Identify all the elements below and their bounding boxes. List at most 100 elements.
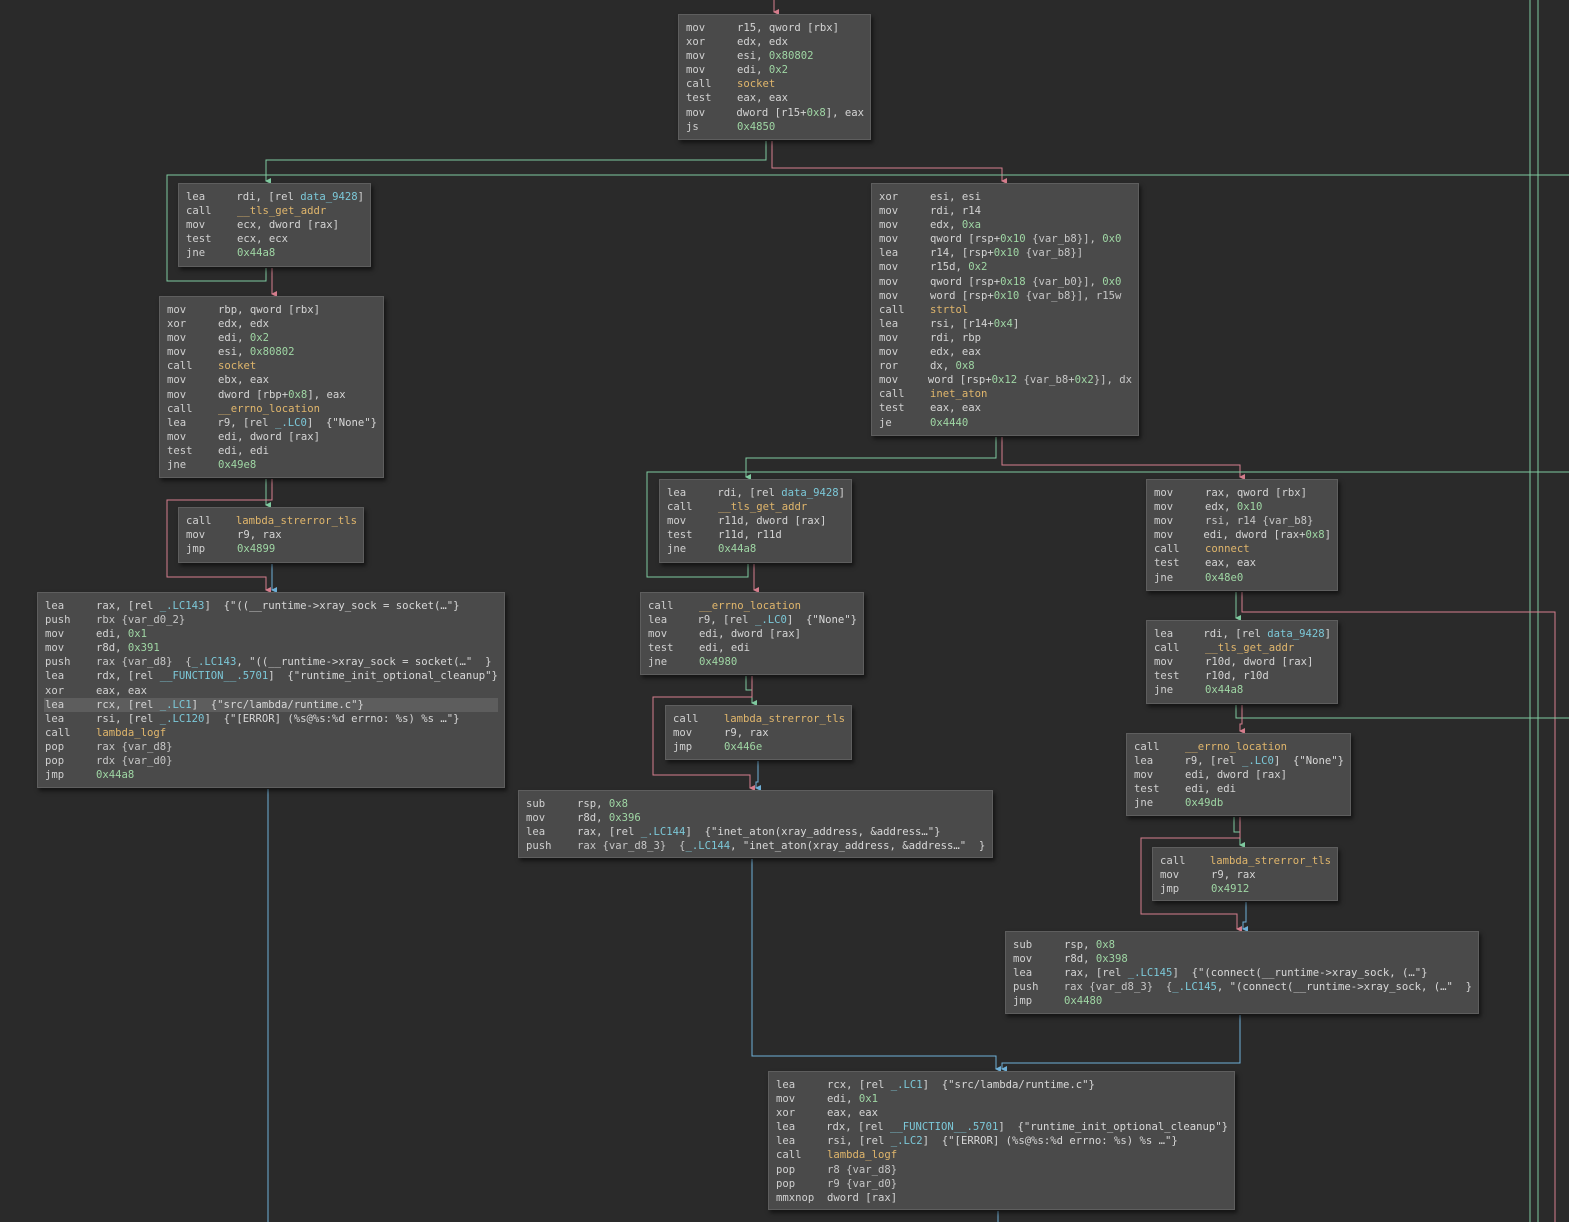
operand-token[interactable]: __errno_location — [218, 403, 320, 415]
instruction-line[interactable]: mov edx, eax — [878, 345, 1132, 359]
operand-token[interactable]: 0x8 — [807, 107, 826, 119]
operand-token[interactable]: 0x44a8 — [96, 769, 134, 781]
operand-token[interactable]: lambda_strerror_tls — [1210, 855, 1331, 867]
operand-token[interactable]: 0x10 — [994, 290, 1020, 302]
instruction-line[interactable]: call __tls_get_addr — [666, 500, 845, 514]
instruction-line[interactable]: mov rax, qword [rbx] — [1153, 486, 1331, 500]
operand-token[interactable]: 0x2 — [968, 261, 987, 273]
basic-block[interactable]: mov r15, qword [rbx] xor edx, edx mov esi, 0x… — [678, 14, 871, 140]
instruction-line[interactable]: lea r9, [rel _.LC0] {"None"} — [647, 613, 857, 627]
operand-token[interactable]: 0x0 — [1102, 276, 1121, 288]
operand-token[interactable]: _.LC143 — [192, 656, 237, 668]
instruction-line[interactable]: mov esi, 0x80802 — [685, 49, 864, 63]
instruction-line[interactable]: test edi, edi — [647, 641, 857, 655]
operand-token[interactable]: connect — [1205, 543, 1250, 555]
instruction-line[interactable]: call connect — [1153, 542, 1331, 556]
operand-token[interactable]: 0x44a8 — [1205, 684, 1243, 696]
instruction-line[interactable]: push rax {var_d8_3} {_.LC145, "(connect(_… — [1012, 980, 1472, 994]
instruction-line[interactable]: xor edx, edx — [166, 317, 377, 331]
instruction-line[interactable]: lea rcx, [rel _.LC1] {"src/lambda/runtime… — [775, 1078, 1228, 1092]
operand-token[interactable]: 0x12 — [992, 374, 1018, 386]
operand-token[interactable]: 0x44a8 — [718, 543, 756, 555]
operand-token[interactable]: 0x396 — [609, 812, 641, 824]
instruction-line[interactable]: pop rax {var_d8} — [44, 740, 498, 754]
instruction-line[interactable]: pop r8 {var_d8} — [775, 1163, 1228, 1177]
instruction-line[interactable]: mov esi, 0x80802 — [166, 345, 377, 359]
operand-token[interactable]: lambda_logf — [96, 727, 166, 739]
operand-token[interactable]: _.LC120 — [160, 713, 205, 725]
basic-block[interactable]: lea rdi, [rel data_9428] call __tls_get_add… — [178, 183, 371, 267]
operand-token[interactable]: 0x4850 — [737, 121, 775, 133]
instruction-line[interactable]: call __tls_get_addr — [1153, 641, 1331, 655]
instruction-line[interactable]: lea rdx, [rel __FUNCTION__.5701] {"runtim… — [44, 669, 498, 683]
instruction-line[interactable]: call socket — [685, 77, 864, 91]
instruction-line[interactable]: je 0x4440 — [878, 416, 1132, 430]
operand-token[interactable]: __tls_get_addr — [1205, 642, 1294, 654]
instruction-line[interactable]: mov r8d, 0x391 — [44, 641, 498, 655]
operand-token[interactable]: 0x10 — [1237, 501, 1263, 513]
instruction-line[interactable]: jne 0x44a8 — [666, 542, 845, 556]
operand-token[interactable]: data_9428 — [781, 487, 838, 499]
operand-token[interactable]: inet_aton — [930, 388, 987, 400]
instruction-line[interactable]: call lambda_strerror_tls — [1159, 854, 1331, 868]
operand-token[interactable]: 0x8 — [956, 360, 975, 372]
instruction-line[interactable]: mov edi, dword [rax] — [166, 430, 377, 444]
operand-token[interactable]: 0x49db — [1185, 797, 1223, 809]
instruction-line[interactable]: lea rax, [rel _.LC144] {"inet_aton(xray_a… — [525, 825, 986, 839]
instruction-line[interactable]: mov r9, rax — [1159, 868, 1331, 882]
instruction-line[interactable]: mov rdi, rbp — [878, 331, 1132, 345]
operand-token[interactable]: __errno_location — [699, 600, 801, 612]
operand-token[interactable]: 0x44a8 — [237, 247, 275, 259]
instruction-line[interactable]: jne 0x44a8 — [1153, 683, 1331, 697]
instruction-line[interactable]: sub rsp, 0x8 — [525, 797, 986, 811]
operand-token[interactable]: lambda_strerror_tls — [724, 713, 845, 725]
operand-token[interactable]: 0x1 — [128, 628, 147, 640]
instruction-line[interactable]: lea rdi, [rel data_9428] — [666, 486, 845, 500]
operand-token[interactable]: 0x398 — [1096, 953, 1128, 965]
operand-token[interactable]: socket — [737, 78, 775, 90]
instruction-line[interactable]: jmp 0x4899 — [185, 542, 357, 556]
operand-token[interactable]: 0x446e — [724, 741, 762, 753]
instruction-line[interactable]: lea rdi, [rel data_9428] — [185, 190, 364, 204]
instruction-line[interactable]: pop rdx {var_d0} — [44, 754, 498, 768]
instruction-line[interactable]: test edi, edi — [1133, 782, 1344, 796]
operand-token[interactable]: lambda_strerror_tls — [236, 515, 357, 527]
operand-token[interactable]: 0x8 — [288, 389, 307, 401]
operand-token[interactable]: 0x10 — [1000, 233, 1026, 245]
instruction-line[interactable]: test eax, eax — [685, 91, 864, 105]
instruction-line[interactable]: call __tls_get_addr — [185, 204, 364, 218]
basic-block[interactable]: call __errno_location lea r9, [rel _.LC0] {… — [1126, 733, 1351, 816]
instruction-line[interactable]: lea rsi, [rel _.LC120] {"[ERROR] (%s@%s:%… — [44, 712, 498, 726]
instruction-line[interactable]: test edi, edi — [166, 444, 377, 458]
instruction-line[interactable]: jne 0x4980 — [647, 655, 857, 669]
basic-block[interactable]: lea rdi, [rel data_9428] call __tls_get_add… — [1146, 620, 1338, 704]
instruction-line[interactable]: mov qword [rsp+0x18 {var_b0}], 0x0 — [878, 275, 1132, 289]
operand-token[interactable]: 0x4480 — [1064, 995, 1102, 1007]
operand-token[interactable]: __FUNCTION__.5701 — [160, 670, 268, 682]
operand-token[interactable]: _.LC0 — [755, 614, 787, 626]
instruction-line[interactable]: jne 0x44a8 — [185, 246, 364, 260]
instruction-line[interactable]: mov r9, rax — [672, 726, 845, 740]
instruction-line[interactable]: lea rsi, [rel _.LC2] {"[ERROR] (%s@%s:%d … — [775, 1134, 1228, 1148]
operand-token[interactable]: 0xa — [962, 219, 981, 231]
instruction-line[interactable]: call __errno_location — [647, 599, 857, 613]
basic-block[interactable]: sub rsp, 0x8 mov r8d, 0x398 lea rax, [rel _.L… — [1005, 931, 1479, 1014]
instruction-line[interactable]: call __errno_location — [166, 402, 377, 416]
instruction-line[interactable]: call strtol — [878, 303, 1132, 317]
instruction-line[interactable]: mov word [rsp+0x12 {var_b8+0x2}], dx — [878, 373, 1132, 387]
operand-token[interactable]: _.LC1 — [891, 1079, 923, 1091]
instruction-line[interactable]: test r10d, r10d — [1153, 669, 1331, 683]
operand-token[interactable]: _.LC0 — [1242, 755, 1274, 767]
instruction-line[interactable]: lea r9, [rel _.LC0] {"None"} — [1133, 754, 1344, 768]
basic-block[interactable]: mov rbp, qword [rbx] xor edx, edx mov edi, 0x… — [159, 296, 384, 478]
operand-token[interactable]: _.LC144 — [685, 840, 730, 852]
operand-token[interactable]: 0x8 — [1305, 529, 1324, 541]
instruction-line[interactable]: jmp 0x44a8 — [44, 768, 498, 782]
instruction-line[interactable]: pop r9 {var_d0} — [775, 1177, 1228, 1191]
instruction-line[interactable]: js 0x4850 — [685, 120, 864, 134]
operand-token[interactable]: 0x80802 — [769, 50, 814, 62]
instruction-line[interactable]: call socket — [166, 359, 377, 373]
instruction-line[interactable]: push rbx {var_d0_2} — [44, 613, 498, 627]
instruction-line[interactable]: jne 0x49e8 — [166, 458, 377, 472]
instruction-line[interactable]: sub rsp, 0x8 — [1012, 938, 1472, 952]
